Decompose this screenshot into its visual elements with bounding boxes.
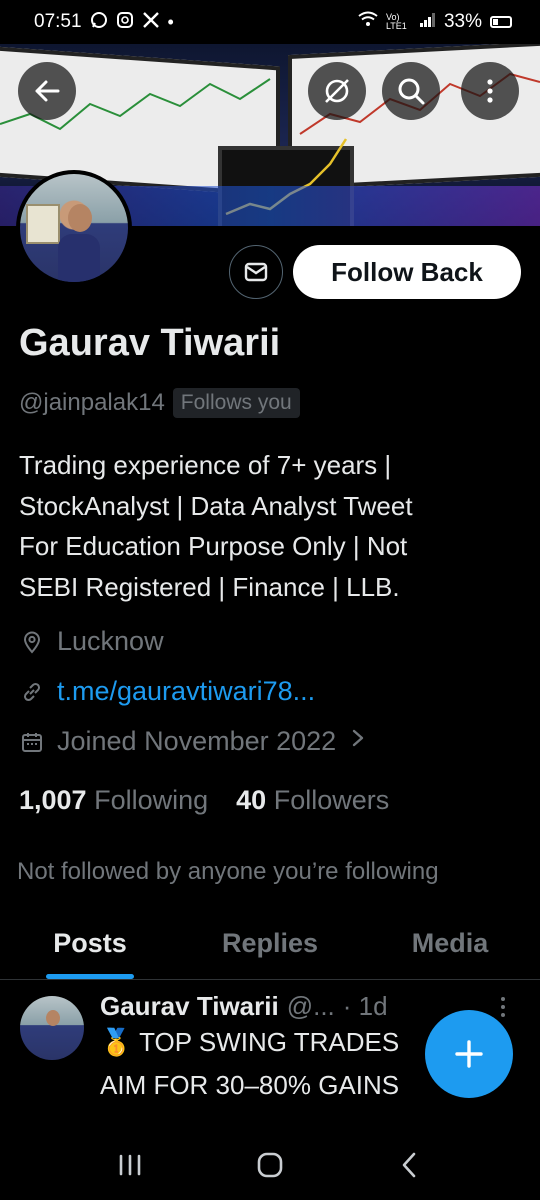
post-avatar-head	[46, 1010, 60, 1026]
status-bar-right: Vo) LTE1 33%	[358, 11, 512, 33]
post-time: · 1d	[342, 991, 388, 1021]
notification-dot-icon: •	[167, 11, 174, 32]
compose-button[interactable]	[425, 1010, 513, 1098]
grok-icon	[325, 79, 349, 103]
search-icon	[398, 78, 425, 105]
avatar-person-body	[58, 234, 100, 282]
joined-text: Joined November 2022	[57, 726, 337, 756]
profile-handle: @jainpalak14	[19, 389, 165, 416]
envelope-icon	[244, 262, 268, 282]
whatsapp-icon	[90, 11, 108, 34]
joined-row[interactable]: Joined November 2022	[19, 726, 368, 757]
more-vertical-icon	[487, 79, 493, 103]
home-icon	[257, 1152, 283, 1178]
profile-name: Gaurav Tiwarii	[19, 322, 281, 364]
wifi-icon	[358, 11, 378, 33]
bio-line: StockAnalyst | Data Analyst Tweet	[19, 490, 413, 521]
bio-line: SEBI Registered | Finance | LLB.	[19, 571, 400, 602]
bio-line: For Education Purpose Only | Not	[19, 531, 408, 561]
home-button[interactable]	[240, 1145, 300, 1185]
tab-media[interactable]: Media	[360, 908, 540, 979]
battery-icon	[490, 16, 512, 28]
website-row[interactable]: t.me/gauravtiwari78...	[19, 676, 315, 707]
avatar-person-head	[68, 204, 92, 232]
handle-row: @jainpalak14 Follows you	[19, 388, 300, 418]
avatar-background-truck	[26, 204, 60, 244]
more-options-button[interactable]	[461, 62, 519, 120]
profile-avatar[interactable]	[16, 170, 132, 286]
following-count: 1,007	[19, 785, 87, 815]
post-author-avatar[interactable]	[20, 996, 84, 1060]
follow-back-button[interactable]: Follow Back	[293, 245, 521, 299]
followers-stat[interactable]: 40 Followers	[236, 785, 389, 816]
chevron-right-icon	[348, 726, 368, 757]
grok-button[interactable]	[308, 62, 366, 120]
tab-replies[interactable]: Replies	[180, 908, 360, 979]
post-text-line: AIM FOR 30–80% GAINS	[100, 1070, 400, 1100]
location-pin-icon	[19, 629, 45, 655]
status-bar-left: 07:51 •	[34, 11, 174, 34]
message-button[interactable]	[229, 245, 283, 299]
x-logo-icon	[142, 11, 160, 34]
followers-count: 40	[236, 785, 267, 815]
battery-percent: 33%	[443, 11, 482, 32]
recent-apps-icon	[119, 1154, 141, 1176]
post-text-line: 🥇 TOP SWING TRADES	[100, 1027, 400, 1057]
follows-you-badge: Follows you	[172, 388, 300, 418]
clock: 07:51	[34, 11, 82, 32]
followers-label: Followers	[273, 785, 390, 815]
bio-line: Trading experience of 7+ years |	[19, 450, 392, 480]
location-text: Lucknow	[57, 626, 164, 656]
not-followed-notice: Not followed by anyone you’re following	[17, 858, 439, 885]
website-link[interactable]: t.me/gauravtiwari78...	[57, 676, 315, 707]
android-nav-bar	[0, 1130, 540, 1200]
link-icon	[19, 679, 45, 705]
status-bar: 07:51 • Vo) LTE1 33%	[0, 0, 540, 44]
profile-bio: Trading experience of 7+ years | StockAn…	[19, 445, 524, 607]
post-header: Gaurav Tiwarii @... · 1d	[100, 991, 388, 1022]
calendar-icon	[19, 729, 45, 755]
back-button[interactable]	[18, 62, 76, 120]
following-stat[interactable]: 1,007 Following	[19, 785, 208, 816]
recent-apps-button[interactable]	[100, 1145, 160, 1185]
post-author-name[interactable]: Gaurav Tiwarii	[100, 991, 279, 1022]
search-button[interactable]	[382, 62, 440, 120]
follow-stats: 1,007 Following 40 Followers	[19, 785, 389, 816]
system-back-button[interactable]	[380, 1145, 440, 1185]
post-author-handle: @...	[286, 991, 335, 1021]
plus-icon	[455, 1040, 483, 1068]
tab-posts[interactable]: Posts	[0, 908, 180, 979]
profile-tabs: Posts Replies Media	[0, 908, 540, 980]
arrow-left-icon	[35, 80, 60, 102]
signal-icon	[419, 11, 436, 33]
location-row: Lucknow	[19, 626, 164, 657]
threads-icon	[116, 11, 134, 34]
network-label: Vo) LTE1	[385, 12, 407, 31]
following-label: Following	[94, 785, 209, 815]
chevron-left-icon	[402, 1152, 416, 1178]
